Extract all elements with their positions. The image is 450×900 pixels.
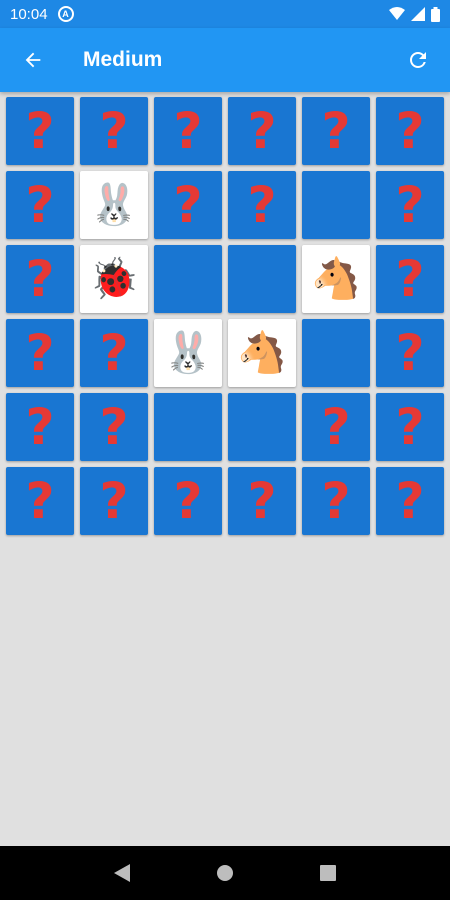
question-mark-icon: ? xyxy=(25,398,55,456)
card-hidden[interactable]: ? xyxy=(80,467,148,535)
refresh-button[interactable] xyxy=(390,32,446,88)
question-mark-icon: ? xyxy=(99,102,129,160)
card-hidden[interactable]: ? xyxy=(302,97,370,165)
question-mark-icon: ? xyxy=(25,102,55,160)
card-hidden[interactable]: ? xyxy=(80,393,148,461)
game-board: ??????? 🐰???? 🐞 🐴??? 🐰 🐴??????????? xyxy=(6,97,444,535)
card-revealed-ladybug[interactable]: 🐞 xyxy=(80,245,148,313)
question-mark-icon: ? xyxy=(321,472,351,530)
card-matched xyxy=(302,319,370,387)
status-bar: 10:04 A xyxy=(0,0,450,28)
page-title: Medium xyxy=(83,48,163,71)
app-bar: Medium xyxy=(0,28,450,92)
card-hidden[interactable]: ? xyxy=(376,97,444,165)
card-hidden[interactable]: ? xyxy=(376,245,444,313)
question-mark-icon: ? xyxy=(395,398,425,456)
card-hidden[interactable]: ? xyxy=(376,467,444,535)
card-hidden[interactable]: ? xyxy=(154,97,222,165)
card-matched xyxy=(302,171,370,239)
card-hidden[interactable]: ? xyxy=(228,467,296,535)
question-mark-icon: ? xyxy=(395,472,425,530)
notification-icon: A xyxy=(57,6,74,22)
nav-back-button[interactable] xyxy=(110,861,134,885)
question-mark-icon: ? xyxy=(247,176,277,234)
triangle-back-icon xyxy=(113,864,130,882)
card-hidden[interactable]: ? xyxy=(302,393,370,461)
card-hidden[interactable]: ? xyxy=(228,97,296,165)
card-matched xyxy=(154,393,222,461)
arrow-left-icon xyxy=(25,52,41,68)
question-mark-icon: ? xyxy=(25,324,55,382)
navigation-bar xyxy=(0,846,450,900)
battery-icon xyxy=(431,6,440,22)
status-time: 10:04 xyxy=(10,5,48,23)
back-button[interactable] xyxy=(5,32,61,88)
card-hidden[interactable]: ? xyxy=(6,319,74,387)
rabbit-icon: 🐰 xyxy=(89,183,139,227)
card-revealed-rabbit[interactable]: 🐰 xyxy=(80,171,148,239)
question-mark-icon: ? xyxy=(321,398,351,456)
question-mark-icon: ? xyxy=(395,102,425,160)
card-matched xyxy=(228,245,296,313)
question-mark-icon: ? xyxy=(395,250,425,308)
ladybug-icon: 🐞 xyxy=(89,257,139,301)
question-mark-icon: ? xyxy=(247,472,277,530)
horse-icon: 🐴 xyxy=(237,331,287,375)
question-mark-icon: ? xyxy=(99,324,129,382)
question-mark-icon: ? xyxy=(247,102,277,160)
signal-icon xyxy=(411,7,425,21)
card-hidden[interactable]: ? xyxy=(80,97,148,165)
question-mark-icon: ? xyxy=(25,176,55,234)
nav-home-button[interactable] xyxy=(213,861,237,885)
nav-recents-button[interactable] xyxy=(316,861,340,885)
question-mark-icon: ? xyxy=(395,176,425,234)
question-mark-icon: ? xyxy=(173,102,203,160)
question-mark-icon: ? xyxy=(25,472,55,530)
card-matched xyxy=(154,245,222,313)
horse-icon: 🐴 xyxy=(311,257,361,301)
card-hidden[interactable]: ? xyxy=(6,97,74,165)
card-matched xyxy=(228,393,296,461)
question-mark-icon: ? xyxy=(25,250,55,308)
card-revealed-rabbit[interactable]: 🐰 xyxy=(154,319,222,387)
card-revealed-horse[interactable]: 🐴 xyxy=(228,319,296,387)
card-hidden[interactable]: ? xyxy=(154,467,222,535)
card-hidden[interactable]: ? xyxy=(6,171,74,239)
refresh-icon xyxy=(410,52,426,68)
card-hidden[interactable]: ? xyxy=(302,467,370,535)
question-mark-icon: ? xyxy=(99,472,129,530)
card-revealed-horse[interactable]: 🐴 xyxy=(302,245,370,313)
card-hidden[interactable]: ? xyxy=(6,245,74,313)
square-recents-icon xyxy=(320,865,337,881)
card-hidden[interactable]: ? xyxy=(376,171,444,239)
card-hidden[interactable]: ? xyxy=(80,319,148,387)
card-hidden[interactable]: ? xyxy=(6,393,74,461)
question-mark-icon: ? xyxy=(173,176,203,234)
status-icons xyxy=(389,6,440,22)
rabbit-icon: 🐰 xyxy=(163,331,213,375)
question-mark-icon: ? xyxy=(99,398,129,456)
question-mark-icon: ? xyxy=(395,324,425,382)
card-hidden[interactable]: ? xyxy=(6,467,74,535)
card-hidden[interactable]: ? xyxy=(376,393,444,461)
card-hidden[interactable]: ? xyxy=(376,319,444,387)
question-mark-icon: ? xyxy=(173,472,203,530)
card-hidden[interactable]: ? xyxy=(228,171,296,239)
card-hidden[interactable]: ? xyxy=(154,171,222,239)
question-mark-icon: ? xyxy=(321,102,351,160)
circle-home-icon xyxy=(216,865,233,881)
wifi-icon xyxy=(389,7,405,20)
